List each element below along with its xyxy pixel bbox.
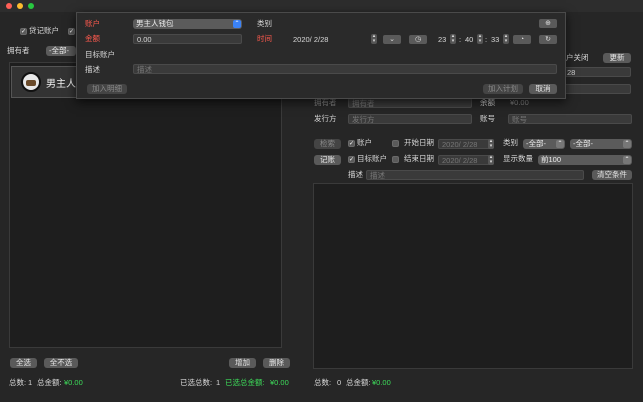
zoom-window-button[interactable]	[28, 3, 34, 9]
end-date-stepper[interactable]: ▴ ▾	[488, 155, 494, 165]
refresh-icon[interactable]: ↻	[539, 35, 557, 44]
left-total-count-label: 总数:	[9, 378, 27, 387]
calendar-dropdown-icon[interactable]: ⌄	[383, 35, 401, 44]
accounting-checkbox-label: 贷记账户	[29, 26, 59, 35]
target-account-checkbox-label: 目标账户	[357, 154, 387, 163]
window-titlebar	[0, 0, 643, 12]
popover-minute-field[interactable]: 40	[465, 35, 473, 45]
right-desc-label: 描述	[348, 170, 363, 179]
add-category-icon[interactable]: ⊕	[539, 19, 557, 28]
left-total-amount-label: 总金额:	[37, 378, 62, 387]
popover-hour-field[interactable]: 23	[438, 35, 446, 45]
popover-second-field[interactable]: 33	[491, 35, 499, 45]
popover-category-label: 类别	[257, 19, 272, 28]
add-detail-button[interactable]: 加入明细	[87, 84, 127, 94]
account-checkbox[interactable]: ✓	[348, 140, 355, 147]
popover-amount-label: 金额	[85, 34, 100, 43]
second-stepper[interactable]: ▴ ▾	[503, 34, 509, 44]
add-plan-button[interactable]: 加入计划	[483, 84, 523, 94]
balance-label: 余额	[480, 98, 495, 107]
selected-amount-label: 已选总金额:	[225, 378, 265, 387]
selected-count: 1	[216, 378, 221, 387]
popover-date-stepper[interactable]: ▴ ▾	[371, 34, 377, 44]
left-total-count: 1	[28, 378, 33, 387]
right-total-count-label: 总数:	[314, 378, 332, 387]
add-button[interactable]: 增加	[229, 358, 256, 368]
right-total-amount: ¥0.00	[372, 378, 391, 387]
account-closed-label: 户关闭	[566, 53, 589, 62]
minute-stepper[interactable]: ▴ ▾	[477, 34, 483, 44]
popover-desc-label: 描述	[85, 65, 100, 74]
search-button[interactable]: 检索	[314, 139, 341, 149]
accounting-checkbox[interactable]: ✓	[20, 28, 27, 35]
transaction-list[interactable]	[313, 183, 633, 369]
start-date-field[interactable]: 2020/ 2/28	[438, 139, 494, 149]
entry-popover: 账户 男主人钱包⌃ 类别 ⌃ ⌃ ⊕ 金额 0.00 时间 2020/ 2/28…	[76, 12, 566, 99]
popover-account-label: 账户	[85, 19, 100, 28]
issuer-label: 发行方	[314, 114, 337, 123]
extra-field[interactable]	[563, 84, 631, 94]
selected-amount: ¥0.00	[270, 378, 289, 387]
right-owner-field[interactable]: 拥有者	[348, 98, 472, 108]
end-date-label: 结束日期	[404, 154, 434, 163]
account-no-label: 账号	[480, 114, 495, 123]
start-date-label: 开始日期	[404, 138, 434, 147]
selected-count-label: 已选总数:	[180, 378, 213, 387]
accounting-button[interactable]: 记账	[314, 155, 341, 165]
start-date-checkbox[interactable]	[392, 140, 399, 147]
time-separator-1: :	[459, 35, 462, 44]
display-count-label: 显示数量	[503, 154, 533, 163]
clock-icon[interactable]: ◷	[409, 35, 427, 44]
account-no-field[interactable]: 账号	[508, 114, 632, 124]
account-checkbox-label: 账户	[357, 138, 372, 147]
delete-button[interactable]: 删除	[263, 358, 290, 368]
minimize-window-button[interactable]	[17, 3, 23, 9]
popover-time-label: 时间	[257, 34, 272, 43]
left-total-amount: ¥0.00	[64, 378, 83, 387]
close-window-button[interactable]	[6, 3, 12, 9]
account-list[interactable]: 男主人钱包	[9, 62, 282, 348]
update-button[interactable]: 更新	[603, 53, 631, 63]
clear-conditions-button[interactable]: 清空条件	[592, 170, 632, 180]
now-clock-icon[interactable]: ◔	[513, 35, 531, 44]
display-count-select[interactable]: 前100 ⌃	[538, 155, 632, 165]
right-total-count: 0	[337, 378, 342, 387]
select-all-button[interactable]: 全选	[10, 358, 37, 368]
right-desc-field[interactable]: 描述	[366, 170, 584, 180]
cancel-button[interactable]: 取消	[529, 84, 557, 94]
owner-label: 拥有者	[7, 46, 30, 55]
right-total-amount-label: 总金额:	[346, 378, 371, 387]
time-separator-2: :	[485, 35, 488, 44]
select-none-button[interactable]: 全不选	[44, 358, 78, 368]
popover-date-field[interactable]: 2020/ 2/28	[293, 35, 328, 45]
category-select-2[interactable]: -全部- ⌃	[570, 139, 632, 149]
issuer-field[interactable]: 发行方	[348, 114, 472, 124]
start-date-stepper[interactable]: ▴ ▾	[488, 139, 494, 149]
category-label: 类别	[503, 138, 518, 147]
right-owner-label: 拥有者	[314, 98, 337, 107]
date-field-partial[interactable]: 28	[563, 67, 631, 77]
popover-amount-field[interactable]: 0.00	[133, 34, 242, 44]
target-account-checkbox[interactable]: ✓	[348, 156, 355, 163]
owner-select[interactable]: -全部-	[46, 46, 76, 56]
popover-target-account-label: 目标账户	[85, 50, 115, 59]
hour-stepper[interactable]: ▴ ▾	[450, 34, 456, 44]
end-date-field[interactable]: 2020/ 2/28	[438, 155, 494, 165]
popover-account-select[interactable]: 男主人钱包 ⌃	[133, 19, 242, 29]
end-date-checkbox[interactable]	[392, 156, 399, 163]
wallet-avatar-icon	[21, 72, 41, 92]
second-filter-checkbox[interactable]: ✓	[68, 28, 75, 35]
category-select-1[interactable]: -全部- ⌃	[523, 139, 565, 149]
balance-value: ¥0.00	[510, 98, 529, 107]
popover-desc-field[interactable]: 描述	[133, 64, 557, 74]
